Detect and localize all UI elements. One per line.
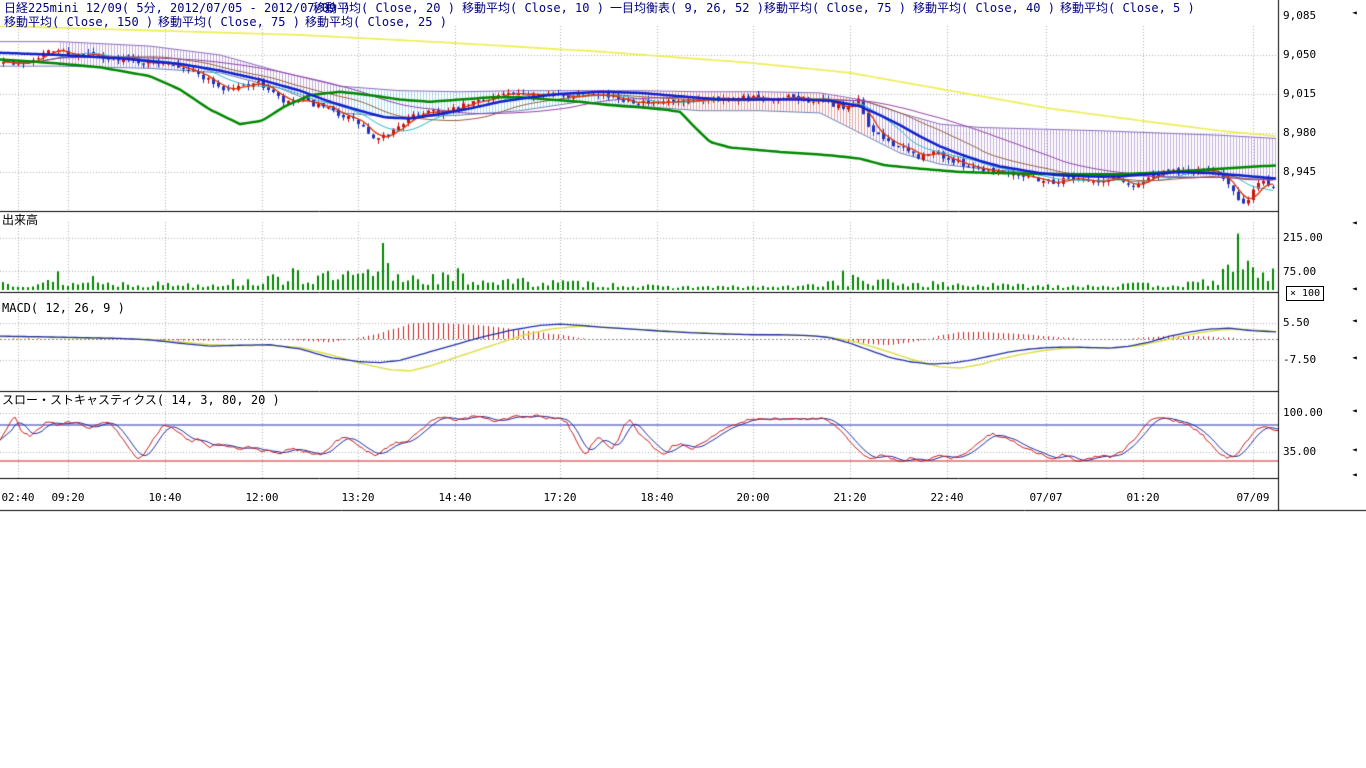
indicator-label-ma40: 移動平均( Close, 40 ) (913, 2, 1055, 15)
axis-scroll-arrow-icon[interactable]: ◄ (1352, 316, 1357, 325)
price-axis-tick: 8,980 (1283, 127, 1316, 139)
axis-scroll-arrow-icon[interactable]: ◄ (1352, 353, 1357, 362)
price-axis-tick: 9,085 (1283, 10, 1316, 22)
instrument-title: 日経225mini 12/09( 5分, 2012/07/05 - 2012/0… (4, 2, 351, 15)
time-axis-tick: 10:40 (148, 492, 181, 504)
axis-scroll-arrow-icon[interactable]: ◄ (1352, 8, 1357, 17)
axis-scroll-arrow-icon[interactable]: ◄ (1352, 406, 1357, 415)
stochastics-panel-label: スロー・ストキャスティクス( 14, 3, 80, 20 ) (2, 394, 280, 407)
time-axis-tick: 22:40 (930, 492, 963, 504)
time-axis-tick: 18:40 (640, 492, 673, 504)
time-axis-tick: 17:20 (543, 492, 576, 504)
indicator-label-ma10: 移動平均( Close, 10 ) (462, 2, 604, 15)
macd-axis-tick: 5.50 (1283, 317, 1310, 329)
time-axis-tick: 21:20 (833, 492, 866, 504)
volume-axis-tick: 215.00 (1283, 232, 1323, 244)
time-axis-tick: 14:40 (438, 492, 471, 504)
time-axis-tick: 13:20 (341, 492, 374, 504)
price-axis-tick: 9,050 (1283, 49, 1316, 61)
indicator-label-ma20: 移動平均( Close, 20 ) (313, 2, 455, 15)
axis-scroll-arrow-icon[interactable]: ◄ (1352, 284, 1357, 293)
time-axis-tick: 09:20 (51, 492, 84, 504)
time-axis-tick: 07/09 (1236, 492, 1269, 504)
axis-scroll-arrow-icon[interactable]: ◄ (1352, 445, 1357, 454)
volume-panel-label: 出来高 (2, 214, 38, 227)
price-axis-tick: 8,945 (1283, 166, 1316, 178)
indicator-label-ma150: 移動平均( Close, 150 ) (4, 16, 153, 29)
macd-panel-label: MACD( 12, 26, 9 ) (2, 302, 125, 315)
time-axis-tick: 12:00 (245, 492, 278, 504)
indicator-label-ma75: 移動平均( Close, 75 ) (764, 2, 906, 15)
charting-app-window: 日経225mini 12/09( 5分, 2012/07/05 - 2012/0… (0, 0, 1366, 768)
chart-canvas[interactable] (0, 0, 1366, 520)
stoch-axis-tick: 100.00 (1283, 407, 1323, 419)
time-axis-tick: 07/07 (1029, 492, 1062, 504)
volume-multiplier-badge: × 100 (1286, 286, 1324, 301)
volume-axis-tick: 75.00 (1283, 266, 1316, 278)
time-axis-tick: 02:40 (1, 492, 34, 504)
indicator-label-ma25: 移動平均( Close, 25 ) (305, 16, 447, 29)
price-axis-tick: 9,015 (1283, 88, 1316, 100)
macd-axis-tick: -7.50 (1283, 354, 1316, 366)
axis-scroll-arrow-icon[interactable]: ◄ (1352, 218, 1357, 227)
indicator-label-ma5: 移動平均( Close, 5 ) (1060, 2, 1195, 15)
time-axis-tick: 20:00 (736, 492, 769, 504)
indicator-label-ichimoku: 一目均衡表( 9, 26, 52 ) (610, 2, 764, 15)
time-axis-tick: 01:20 (1126, 492, 1159, 504)
indicator-label-ma75b: 移動平均( Close, 75 ) (158, 16, 300, 29)
axis-scroll-arrow-icon[interactable]: ◄ (1352, 470, 1357, 479)
stoch-axis-tick: 35.00 (1283, 446, 1316, 458)
